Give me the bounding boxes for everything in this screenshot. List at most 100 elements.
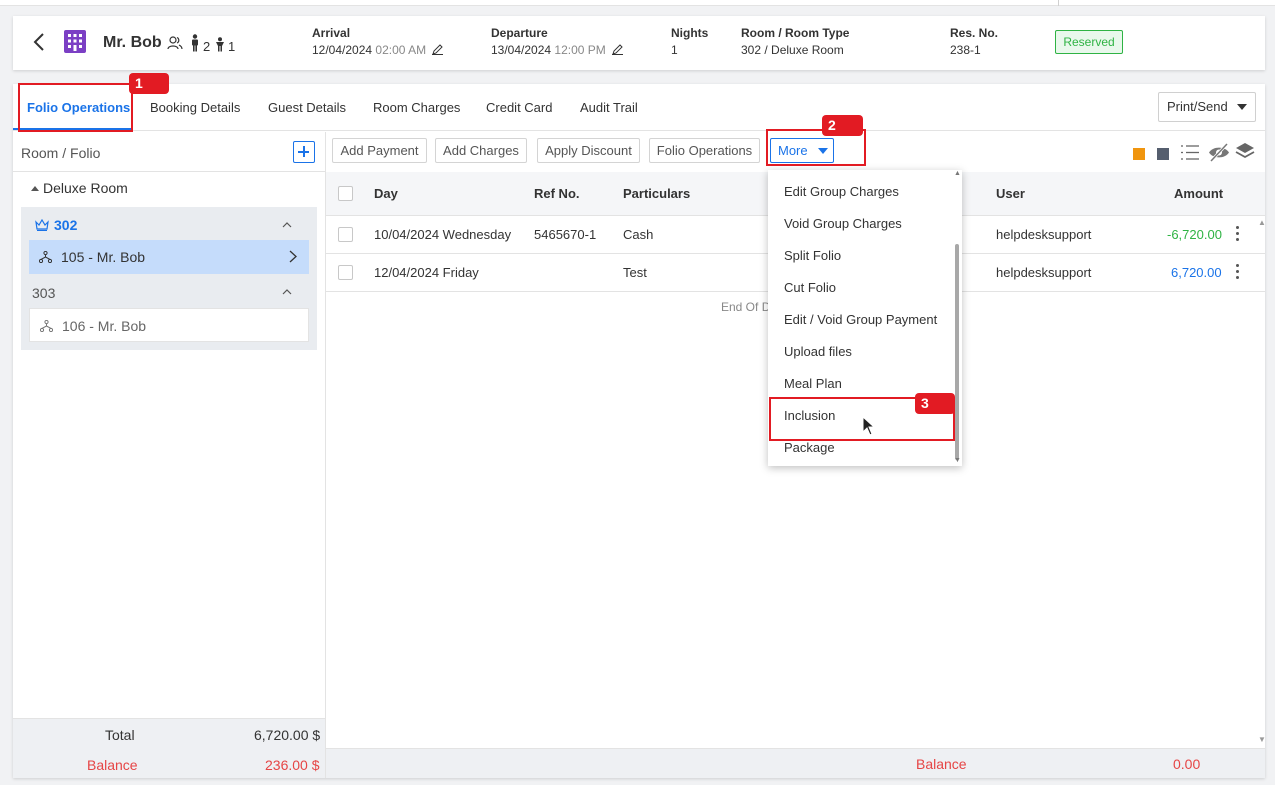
cell-particulars: Cash	[623, 227, 654, 242]
room-type-group[interactable]: Deluxe Room	[31, 180, 128, 196]
apply-discount-button[interactable]: Apply Discount	[537, 138, 640, 163]
row-checkbox[interactable]	[338, 227, 353, 242]
edit-pencil-icon[interactable]	[432, 44, 444, 55]
balance-label: Balance	[87, 757, 138, 773]
balance-value: 236.00 $	[265, 757, 320, 773]
cell-ref: 5465670-1	[534, 227, 597, 242]
print-send-button[interactable]: Print/Send	[1158, 92, 1256, 122]
departure-label: Departure	[491, 26, 548, 40]
menu-item-edit-void-group-payment[interactable]: Edit / Void Group Payment	[784, 312, 937, 327]
reservation-number-value: 238-1	[950, 43, 981, 57]
adult-icon	[192, 34, 198, 52]
arrival-value[interactable]: 12/04/2024 02:00 AM	[312, 43, 444, 57]
column-day[interactable]: Day	[374, 186, 398, 201]
cell-day: 10/04/2024 Wednesday	[374, 227, 512, 242]
departure-value[interactable]: 13/04/2024 12:00 PM	[491, 43, 623, 57]
row-checkbox[interactable]	[338, 265, 353, 280]
select-all-checkbox[interactable]	[338, 186, 353, 201]
arrival-time: 02:00 AM	[375, 43, 427, 57]
child-icon	[216, 37, 224, 52]
chevron-right-icon	[289, 250, 297, 263]
folio-tree-icon	[39, 251, 52, 263]
orange-square-icon[interactable]	[1133, 148, 1145, 160]
add-folio-button[interactable]	[293, 141, 315, 163]
folio-label: 105 - Mr. Bob	[61, 249, 146, 265]
guest-name: Mr. Bob	[103, 34, 162, 51]
chevron-up-icon[interactable]	[282, 289, 292, 295]
arrival-label: Arrival	[312, 26, 351, 40]
tab-credit-card[interactable]: Credit Card	[486, 100, 552, 115]
column-ref-no[interactable]: Ref No.	[534, 186, 580, 201]
scroll-down-arrow-icon[interactable]: ▼	[954, 457, 961, 464]
folio-tree-icon	[40, 320, 53, 332]
layers-icon[interactable]	[1235, 142, 1255, 162]
folio-operations-button[interactable]: Folio Operations	[649, 138, 760, 163]
step-badge-3: 3	[915, 393, 955, 414]
balance-value: 0.00	[1173, 756, 1201, 772]
menu-item-edit-group-charges[interactable]: Edit Group Charges	[784, 184, 899, 199]
reservation-header: Mr. Bob 2 1 Arrival 12/04/2024 02:00 AM …	[13, 16, 1265, 70]
tab-audit-trail[interactable]: Audit Trail	[580, 100, 638, 115]
cell-user: helpdesksupport	[996, 265, 1092, 280]
cell-particulars: Test	[623, 265, 647, 280]
highlight-box-1	[18, 83, 133, 132]
edit-pencil-icon[interactable]	[611, 44, 623, 55]
adult-count: 2	[203, 39, 211, 54]
mouse-cursor-icon	[862, 416, 876, 436]
menu-item-split-folio[interactable]: Split Folio	[784, 248, 841, 263]
tab-bar: Folio Operations Booking Details Guest D…	[13, 84, 1265, 131]
room-type-label: Deluxe Room	[43, 180, 128, 196]
tab-booking-details[interactable]: Booking Details	[150, 100, 240, 115]
menu-item-void-group-charges[interactable]: Void Group Charges	[784, 216, 902, 231]
reservation-number-label: Res. No.	[950, 26, 999, 40]
menu-item-meal-plan[interactable]: Meal Plan	[784, 376, 842, 391]
nights-label: Nights	[671, 26, 709, 40]
column-amount[interactable]: Amount	[1174, 186, 1223, 201]
collapse-triangle-icon	[31, 186, 39, 191]
folio-totals: Total 6,720.00 $ Balance 236.00 $	[13, 718, 325, 778]
room-303-header[interactable]: 303	[32, 285, 55, 301]
dark-square-icon[interactable]	[1157, 148, 1169, 160]
total-value: 6,720.00 $	[254, 727, 321, 743]
caret-down-icon	[1237, 104, 1247, 110]
scroll-up-arrow-icon[interactable]: ▲	[954, 170, 961, 177]
menu-item-cut-folio[interactable]: Cut Folio	[784, 280, 836, 295]
cell-amount: -6,720.00	[1167, 227, 1222, 242]
add-payment-button[interactable]: Add Payment	[332, 138, 427, 163]
crown-icon	[35, 219, 49, 231]
room-number: 302	[54, 217, 78, 233]
room-type-value: 302 / Deluxe Room	[741, 43, 844, 57]
back-arrow-icon[interactable]	[29, 30, 49, 54]
menu-item-package[interactable]: Package	[784, 440, 835, 455]
dropdown-scrollbar[interactable]	[955, 244, 959, 460]
departure-time: 12:00 PM	[554, 43, 606, 57]
total-label: Total	[105, 727, 135, 743]
guests-icon	[167, 36, 183, 50]
step-badge-2: 2	[822, 115, 863, 136]
cell-day: 12/04/2024 Friday	[374, 265, 479, 280]
list-icon[interactable]	[1180, 144, 1200, 161]
room-list: 302 105 - Mr. Bob 303 106 - Mr. Bob	[21, 207, 317, 350]
folio-item-106[interactable]: 106 - Mr. Bob	[29, 308, 309, 342]
row-menu-icon[interactable]	[1236, 226, 1240, 242]
top-bar	[0, 0, 1275, 6]
tab-guest-details[interactable]: Guest Details	[268, 100, 346, 115]
folio-item-105[interactable]: 105 - Mr. Bob	[29, 240, 309, 274]
row-menu-icon[interactable]	[1236, 264, 1240, 280]
add-charges-button[interactable]: Add Charges	[435, 138, 527, 163]
scroll-down-arrow-icon[interactable]: ▼	[1258, 735, 1266, 744]
folio-panel: Folio Operations Booking Details Guest D…	[13, 84, 1266, 778]
room-302-header[interactable]: 302	[35, 217, 77, 233]
end-of-data-text: End Of D	[721, 300, 771, 314]
balance-label: Balance	[916, 756, 967, 772]
departure-date: 13/04/2024	[491, 43, 552, 57]
nights-value: 1	[671, 43, 678, 57]
column-user[interactable]: User	[996, 186, 1025, 201]
menu-item-upload-files[interactable]: Upload files	[784, 344, 852, 359]
status-badge: Reserved	[1055, 30, 1123, 54]
tab-room-charges[interactable]: Room Charges	[373, 100, 460, 115]
chevron-up-icon[interactable]	[282, 222, 292, 228]
hide-eye-icon[interactable]	[1208, 143, 1230, 162]
scroll-up-arrow-icon[interactable]: ▲	[1258, 218, 1266, 227]
column-particulars[interactable]: Particulars	[623, 186, 690, 201]
